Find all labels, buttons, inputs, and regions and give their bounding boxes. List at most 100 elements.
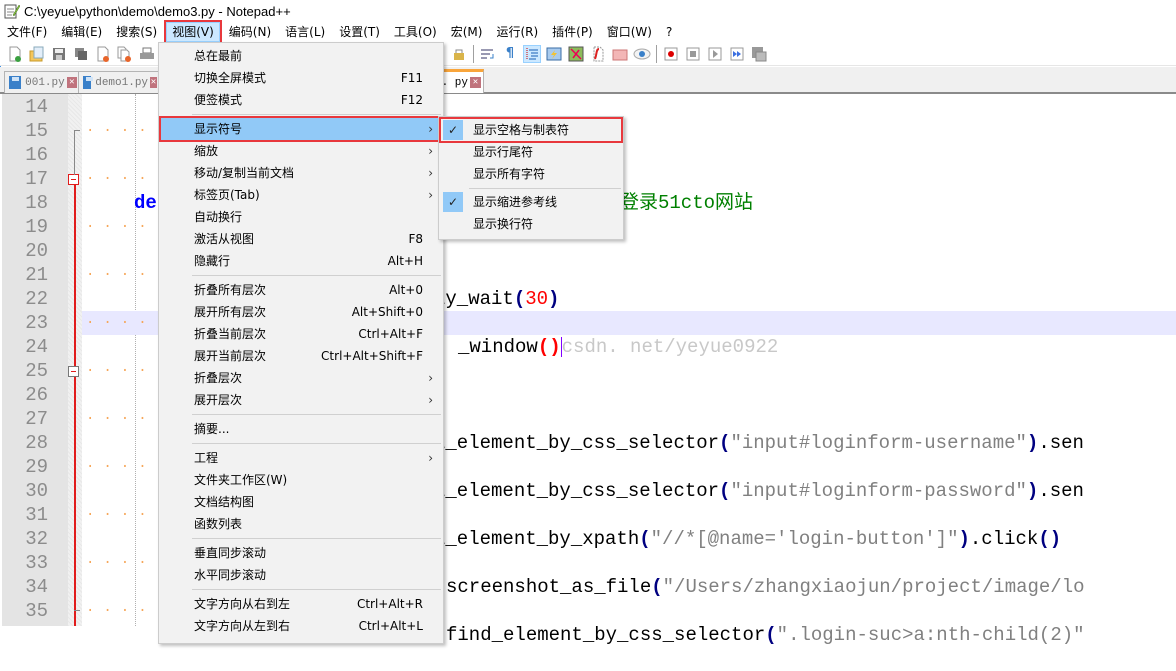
menu-settings[interactable]: 设置(T) [334, 22, 385, 42]
window-title: C:\yeyue\python\demo\demo3.py - Notepad+… [24, 3, 291, 19]
menu-show-wrap-symbol[interactable]: 显示换行符 [441, 213, 621, 235]
menu-show-eol[interactable]: 显示行尾符 [441, 141, 621, 163]
menu-sync-vertical-scroll[interactable]: 垂直同步滚动 [161, 542, 441, 564]
menu-search[interactable]: 搜索(S) [111, 22, 162, 42]
record-macro-icon[interactable] [662, 45, 680, 63]
submenu-arrow-icon: › [428, 371, 433, 385]
menu-show-all-chars[interactable]: 显示所有字符 [441, 163, 621, 185]
menu-toggle-fullscreen[interactable]: 切换全屏模式 F11 [161, 67, 441, 89]
menu-separator [192, 538, 441, 539]
code-string: "//*[@name='login-button']" [650, 528, 959, 550]
doc-map-icon[interactable] [567, 45, 585, 63]
menu-bar: 文件(F) 编辑(E) 搜索(S) 视图(V) 编码(N) 语言(L) 设置(T… [0, 20, 1176, 44]
word-wrap-icon[interactable] [479, 45, 497, 63]
menu-help[interactable]: ? [661, 22, 677, 42]
run-macro-multiple-icon[interactable] [728, 45, 746, 63]
menu-macro[interactable]: 宏(M) [446, 22, 488, 42]
code-string: "/Users/zhangxiaojun/project/image/lo [662, 576, 1085, 598]
view-menu-dropdown: 总在最前 切换全屏模式 F11 便签模式 F12 显示符号 › 缩放 › 移动/复制当前… [158, 42, 444, 644]
function-list-icon[interactable] [589, 45, 607, 63]
watermark-text: csdn. net/yeyue0922 [561, 336, 779, 358]
lock-icon[interactable] [450, 45, 468, 63]
menu-file[interactable]: 文件(F) [2, 22, 52, 42]
open-file-icon[interactable] [28, 45, 46, 63]
line-number: 16 [25, 144, 48, 166]
code-text: .click [969, 528, 1039, 550]
menu-summary[interactable]: 摘要... [161, 418, 441, 440]
menu-fold-all[interactable]: 折叠所有层次 Alt+0 [161, 279, 441, 301]
whitespace-dots: ···· [86, 171, 156, 187]
menu-fold-current[interactable]: 折叠当前层次 Ctrl+Alt+F [161, 323, 441, 345]
line-number: 27 [25, 408, 48, 430]
menu-sync-horizontal-scroll[interactable]: 水平同步滚动 [161, 564, 441, 586]
code-text: find_element_by_css_selector [446, 624, 766, 646]
save-icon[interactable] [50, 45, 68, 63]
menu-always-on-top[interactable]: 总在最前 [161, 45, 441, 67]
print-icon[interactable] [138, 45, 156, 63]
code-text: _window [458, 336, 538, 358]
menu-window[interactable]: 窗口(W) [602, 22, 657, 42]
menu-zoom[interactable]: 缩放 › [161, 140, 441, 162]
menu-text-rtl[interactable]: 文字方向从右到左 Ctrl+Alt+R [161, 593, 441, 615]
line-number: 25 [25, 360, 48, 382]
line-number: 32 [25, 528, 48, 550]
folder-workspace-icon[interactable] [611, 45, 629, 63]
menu-edit[interactable]: 编辑(E) [56, 22, 107, 42]
fold-toggle-icon[interactable] [68, 174, 79, 185]
menu-separator [192, 114, 441, 115]
menu-view[interactable]: 视图(V) [164, 20, 222, 44]
menu-encoding[interactable]: 编码(N) [224, 22, 276, 42]
menu-text-ltr[interactable]: 文字方向从左到右 Ctrl+Alt+L [161, 615, 441, 637]
menu-hide-lines[interactable]: 隐藏行 Alt+H [161, 250, 441, 272]
menu-document-map[interactable]: 文档结构图 [161, 491, 441, 513]
menu-project[interactable]: 工程 › [161, 447, 441, 469]
tab-demo1-py[interactable]: demo1.py ✕ [78, 71, 160, 93]
menu-word-wrap[interactable]: 自动换行 [161, 206, 441, 228]
tab-close-icon[interactable]: ✕ [66, 77, 77, 88]
menu-post-it[interactable]: 便签模式 F12 [161, 89, 441, 111]
stop-record-icon[interactable] [684, 45, 702, 63]
code-string: ".login-suc>a:nth-child(2)" [776, 624, 1085, 646]
show-all-chars-icon[interactable]: ¶ [501, 45, 519, 63]
user-lang-icon[interactable] [545, 45, 563, 63]
menu-tab[interactable]: 标签页(Tab) › [161, 184, 441, 206]
indent-guide-icon[interactable] [523, 44, 541, 63]
menu-unfold-level[interactable]: 展开层次 › [161, 389, 441, 411]
close-icon[interactable] [94, 45, 112, 63]
fold-range-line [74, 179, 76, 626]
tab-close-icon[interactable]: ✕ [470, 77, 481, 88]
menu-language[interactable]: 语言(L) [280, 22, 330, 42]
play-macro-icon[interactable] [706, 45, 724, 63]
menu-plugins[interactable]: 插件(P) [547, 22, 598, 42]
save-all-icon[interactable] [72, 45, 90, 63]
save-macro-icon[interactable] [750, 45, 768, 63]
menu-folder-workspace[interactable]: 文件夹工作区(W) [161, 469, 441, 491]
code-text: ly_wait [434, 288, 514, 310]
menu-show-whitespace-tab[interactable]: ✓ 显示空格与制表符 [439, 117, 623, 143]
line-number: 22 [25, 288, 48, 310]
submenu-arrow-icon: › [428, 144, 433, 158]
checkmark-icon: ✓ [443, 192, 463, 212]
line-number: 28 [25, 432, 48, 454]
fold-toggle-icon[interactable] [68, 366, 79, 377]
menu-run[interactable]: 运行(R) [491, 22, 543, 42]
line-number: 30 [25, 480, 48, 502]
menu-function-list[interactable]: 函数列表 [161, 513, 441, 535]
menu-fold-level[interactable]: 折叠层次 › [161, 367, 441, 389]
menu-unfold-current[interactable]: 展开当前层次 Ctrl+Alt+Shift+F [161, 345, 441, 367]
close-all-icon[interactable] [116, 45, 134, 63]
menu-unfold-all[interactable]: 展开所有层次 Alt+Shift+0 [161, 301, 441, 323]
monitoring-icon[interactable] [633, 45, 651, 63]
new-file-icon[interactable] [6, 45, 24, 63]
tab-close-icon[interactable]: ✕ [150, 77, 157, 88]
menu-tools[interactable]: 工具(O) [389, 22, 442, 42]
tab-001-py[interactable]: 001.py ✕ [4, 71, 80, 93]
menu-move-clone-doc[interactable]: 移动/复制当前文档 › [161, 162, 441, 184]
menu-show-indent-guide[interactable]: ✓ 显示缩进参考线 [441, 191, 621, 213]
menu-show-symbol[interactable]: 显示符号 › [159, 116, 443, 142]
menu-focus-other-view[interactable]: 激活从视图 F8 [161, 228, 441, 250]
menu-separator [192, 414, 441, 415]
code-keyword: de [134, 192, 157, 214]
tab-label: 001.py [25, 76, 65, 89]
line-number: 29 [25, 456, 48, 478]
